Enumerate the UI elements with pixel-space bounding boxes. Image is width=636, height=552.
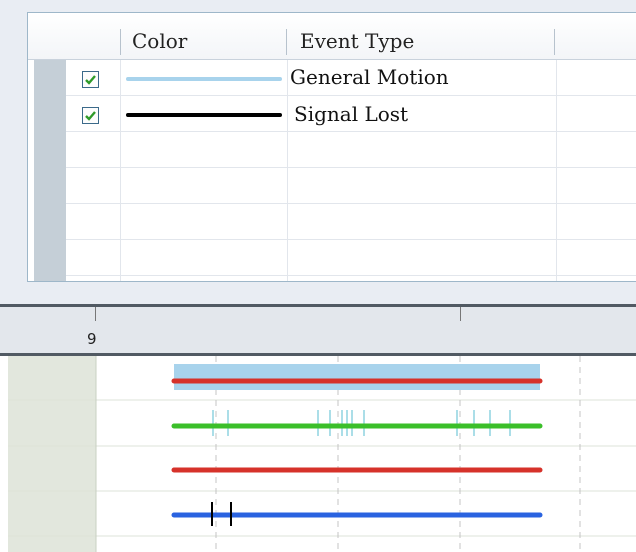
legend-row <box>66 132 636 168</box>
check-icon <box>85 75 96 85</box>
legend-row <box>66 204 636 240</box>
header-divider[interactable] <box>554 29 555 55</box>
column-header-color[interactable]: Color <box>132 29 187 53</box>
header-divider[interactable] <box>286 29 287 55</box>
event-timeline[interactable] <box>0 356 636 552</box>
ruler-tick <box>460 307 461 321</box>
signal-lost-color-swatch[interactable] <box>126 113 282 117</box>
timeline-graph <box>8 356 636 552</box>
header-divider[interactable] <box>120 29 121 55</box>
row-indicator-column <box>34 60 66 281</box>
signal-lost-label: Signal Lost <box>294 102 409 126</box>
legend-header: Color Event Type <box>28 13 636 60</box>
general-motion-checkbox[interactable] <box>82 71 99 88</box>
signal-lost-checkbox[interactable] <box>82 107 99 124</box>
motion-event-markers <box>212 410 511 436</box>
check-icon <box>85 111 96 121</box>
event-legend-panel: Color Event Type General Motion Signal L… <box>0 0 636 306</box>
general-motion-color-swatch[interactable] <box>126 77 282 81</box>
ruler-tick <box>95 307 96 321</box>
legend-row <box>66 168 636 204</box>
legend-row <box>66 240 636 276</box>
general-motion-label: General Motion <box>290 65 449 89</box>
column-header-event-type[interactable]: Event Type <box>300 29 414 53</box>
time-ruler[interactable]: 9 <box>0 307 636 356</box>
event-legend-table: Color Event Type General Motion Signal L… <box>27 12 636 282</box>
general-motion-bar[interactable] <box>174 364 540 390</box>
ruler-hour-label: 9 <box>87 330 97 348</box>
